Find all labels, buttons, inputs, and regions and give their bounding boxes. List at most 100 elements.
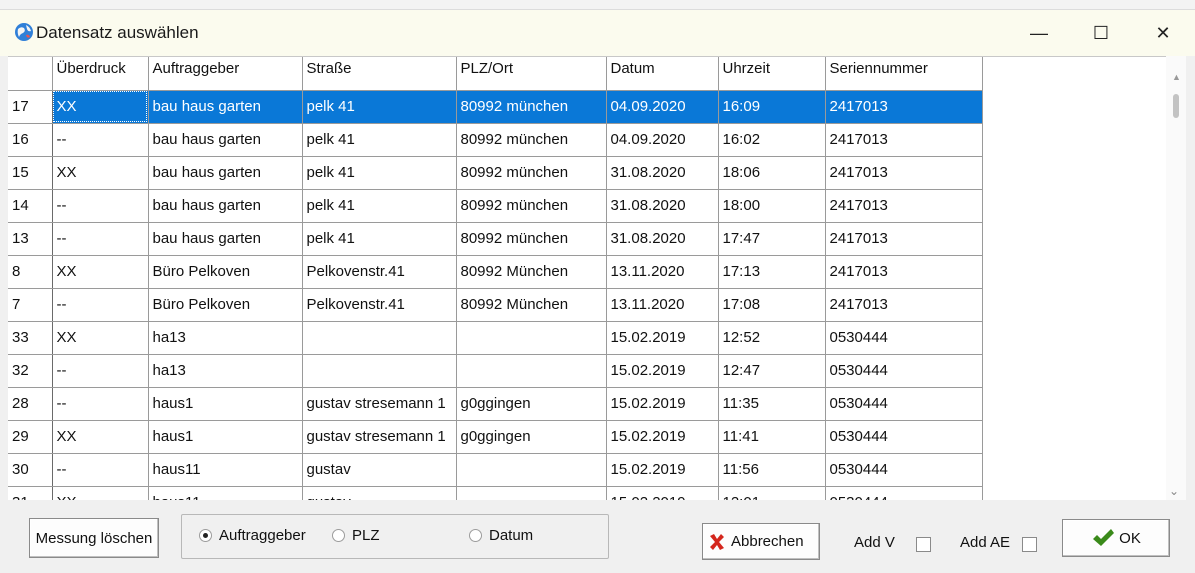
- table-row[interactable]: 16 -- bau haus garten pelk 41 80992 münchen 0…: [8, 123, 983, 157]
- table-cell[interactable]: [456, 354, 607, 388]
- table-cell[interactable]: 15.02.2019: [606, 420, 719, 454]
- table-cell[interactable]: XX: [52, 255, 149, 289]
- row-id[interactable]: 33: [8, 321, 53, 355]
- vertical-scrollbar[interactable]: ▲ ⌄: [1166, 56, 1186, 500]
- table-cell[interactable]: --: [52, 123, 149, 157]
- table-cell[interactable]: 13.11.2020: [606, 288, 719, 322]
- table-cell[interactable]: 80992 München: [456, 288, 607, 322]
- table-cell[interactable]: [456, 321, 607, 355]
- table-cell[interactable]: 11:56: [718, 453, 826, 487]
- table-cell[interactable]: pelk 41: [302, 156, 457, 190]
- table-cell[interactable]: bau haus garten: [148, 222, 303, 256]
- chevron-down-icon[interactable]: ⌄: [1169, 484, 1179, 498]
- radio-datum[interactable]: Datum: [469, 527, 533, 544]
- table-cell[interactable]: ha13: [148, 321, 303, 355]
- table-cell[interactable]: 04.09.2020: [606, 90, 719, 124]
- addae-checkbox[interactable]: [1022, 537, 1037, 552]
- column-header[interactable]: Straße: [302, 57, 457, 91]
- table-cell[interactable]: XX: [52, 420, 149, 454]
- table-cell[interactable]: XX: [52, 156, 149, 190]
- table-cell[interactable]: [302, 321, 457, 355]
- addv-checkbox[interactable]: [916, 537, 931, 552]
- table-cell[interactable]: 0530444: [825, 453, 983, 487]
- table-cell[interactable]: Pelkovenstr.41: [302, 288, 457, 322]
- table-cell[interactable]: XX: [52, 90, 149, 124]
- table-cell[interactable]: 2417013: [825, 255, 983, 289]
- table-cell[interactable]: g0ggingen: [456, 420, 607, 454]
- minimize-button[interactable]: —: [1016, 10, 1062, 56]
- row-id[interactable]: 17: [8, 90, 53, 124]
- table-cell[interactable]: --: [52, 387, 149, 421]
- table-cell[interactable]: 15.02.2019: [606, 354, 719, 388]
- table-cell[interactable]: pelk 41: [302, 123, 457, 157]
- table-cell[interactable]: 17:47: [718, 222, 826, 256]
- table-row[interactable]: 8 XX Büro Pelkoven Pelkovenstr.41 80992 Münc…: [8, 255, 983, 289]
- table-cell[interactable]: Pelkovenstr.41: [302, 255, 457, 289]
- column-header[interactable]: Datum: [606, 57, 719, 91]
- table-cell[interactable]: 80992 München: [456, 255, 607, 289]
- column-header[interactable]: Überdruck: [52, 57, 149, 91]
- table-cell[interactable]: 12:52: [718, 321, 826, 355]
- table-cell[interactable]: 18:06: [718, 156, 826, 190]
- table-cell[interactable]: 0530444: [825, 420, 983, 454]
- table-cell[interactable]: 80992 münchen: [456, 222, 607, 256]
- table-cell[interactable]: 2417013: [825, 288, 983, 322]
- table-row[interactable]: 14 -- bau haus garten pelk 41 80992 münchen 3…: [8, 189, 983, 223]
- table-cell[interactable]: 2417013: [825, 189, 983, 223]
- radio-auftraggeber[interactable]: Auftraggeber: [199, 527, 306, 544]
- table-cell[interactable]: 17:13: [718, 255, 826, 289]
- table-row[interactable]: 28 -- haus1 gustav stresemann 1 g0ggingen 15.…: [8, 387, 983, 421]
- table-cell[interactable]: --: [52, 222, 149, 256]
- column-header[interactable]: Uhrzeit: [718, 57, 826, 91]
- table-cell[interactable]: 12:47: [718, 354, 826, 388]
- table-cell[interactable]: 04.09.2020: [606, 123, 719, 157]
- table-row[interactable]: 33 XX ha13 15.02.2019 12:52 0530444: [8, 321, 983, 355]
- table-cell[interactable]: bau haus garten: [148, 189, 303, 223]
- table-cell[interactable]: 80992 münchen: [456, 189, 607, 223]
- table-cell[interactable]: 80992 münchen: [456, 90, 607, 124]
- table-cell[interactable]: 16:09: [718, 90, 826, 124]
- table-cell[interactable]: bau haus garten: [148, 90, 303, 124]
- row-id[interactable]: 32: [8, 354, 53, 388]
- table-cell[interactable]: pelk 41: [302, 90, 457, 124]
- table-row[interactable]: 13 -- bau haus garten pelk 41 80992 münchen 3…: [8, 222, 983, 256]
- table-cell[interactable]: 11:35: [718, 387, 826, 421]
- table-cell[interactable]: 2417013: [825, 222, 983, 256]
- ok-button[interactable]: OK: [1062, 519, 1170, 557]
- table-row[interactable]: 29 XX haus1 gustav stresemann 1 g0ggingen 15.…: [8, 420, 983, 454]
- table-cell[interactable]: [456, 453, 607, 487]
- table-cell[interactable]: 0530444: [825, 321, 983, 355]
- table-row[interactable]: 30 -- haus11 gustav 15.02.2019 11:56 0530444: [8, 453, 983, 487]
- table-cell[interactable]: gustav: [302, 453, 457, 487]
- table-cell[interactable]: ha13: [148, 354, 303, 388]
- table-cell[interactable]: 2417013: [825, 156, 983, 190]
- table-cell[interactable]: gustav stresemann 1: [302, 420, 457, 454]
- table-cell[interactable]: Büro Pelkoven: [148, 288, 303, 322]
- scroll-thumb[interactable]: [1173, 94, 1179, 118]
- table-cell[interactable]: pelk 41: [302, 222, 457, 256]
- table-cell[interactable]: 31.08.2020: [606, 156, 719, 190]
- table-cell[interactable]: 31.08.2020: [606, 222, 719, 256]
- table-cell[interactable]: haus11: [148, 453, 303, 487]
- table-cell[interactable]: 80992 münchen: [456, 156, 607, 190]
- row-id[interactable]: 8: [8, 255, 53, 289]
- row-id[interactable]: 16: [8, 123, 53, 157]
- row-id[interactable]: 15: [8, 156, 53, 190]
- table-cell[interactable]: XX: [52, 321, 149, 355]
- table-cell[interactable]: 17:08: [718, 288, 826, 322]
- table-cell[interactable]: --: [52, 453, 149, 487]
- table-cell[interactable]: --: [52, 354, 149, 388]
- table-cell[interactable]: pelk 41: [302, 189, 457, 223]
- table-cell[interactable]: 16:02: [718, 123, 826, 157]
- table-row[interactable]: 15 XX bau haus garten pelk 41 80992 münchen 3…: [8, 156, 983, 190]
- column-header[interactable]: PLZ/Ort: [456, 57, 607, 91]
- scroll-up-icon[interactable]: ▲: [1172, 72, 1181, 82]
- row-id[interactable]: 7: [8, 288, 53, 322]
- table-cell[interactable]: 2417013: [825, 90, 983, 124]
- table-row[interactable]: 7 -- Büro Pelkoven Pelkovenstr.41 80992 Münc…: [8, 288, 983, 322]
- table-cell[interactable]: 13.11.2020: [606, 255, 719, 289]
- table-cell[interactable]: --: [52, 189, 149, 223]
- table-cell[interactable]: haus1: [148, 387, 303, 421]
- cancel-button[interactable]: Abbrechen: [702, 523, 820, 560]
- table-cell[interactable]: --: [52, 288, 149, 322]
